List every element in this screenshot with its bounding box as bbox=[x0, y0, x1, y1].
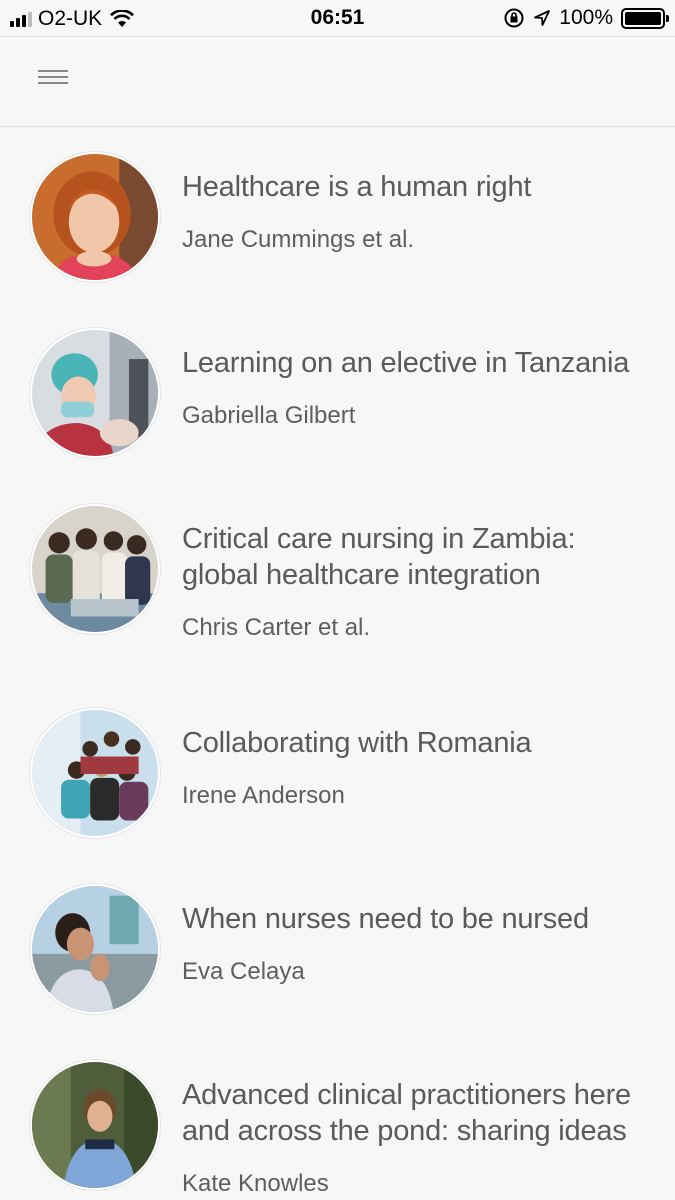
status-right: 100% bbox=[503, 6, 669, 30]
article-title: Learning on an elective in Tanzania bbox=[182, 347, 630, 379]
article-author: Eva Celaya bbox=[182, 958, 305, 985]
article-author: Kate Knowles bbox=[182, 1170, 329, 1197]
article-title: Collaborating with Romania bbox=[182, 727, 532, 759]
battery-percentage: 100% bbox=[559, 6, 613, 29]
article-author: Gabriella Gilbert bbox=[182, 402, 356, 429]
article-item[interactable]: Collaborating with Romania Irene Anderso… bbox=[0, 708, 675, 840]
article-thumbnail bbox=[30, 1060, 160, 1190]
group-photo bbox=[32, 506, 158, 632]
article-thumbnail bbox=[30, 328, 160, 458]
article-thumbnail bbox=[30, 152, 160, 282]
status-bar: O2-UK 06:51 100% bbox=[0, 0, 675, 37]
article-thumbnail bbox=[30, 504, 160, 634]
rotation-lock-icon bbox=[504, 8, 524, 28]
hospital-photo bbox=[32, 330, 158, 456]
article-title: When nurses need to be nursed bbox=[182, 903, 589, 935]
group-photo bbox=[32, 710, 158, 836]
article-author: Chris Carter et al. bbox=[182, 614, 371, 641]
portrait-photo bbox=[32, 886, 158, 1012]
article-thumbnail bbox=[30, 884, 160, 1014]
article-title: Critical care nursing in Zambia: global … bbox=[182, 523, 576, 591]
article-item[interactable]: Advanced clinical practitioners here and… bbox=[0, 1060, 675, 1197]
article-title: Healthcare is a human right bbox=[182, 171, 532, 203]
battery-icon bbox=[621, 7, 669, 29]
article-item[interactable]: Learning on an elective in Tanzania Gabr… bbox=[0, 328, 675, 460]
portrait-photo bbox=[32, 154, 158, 280]
article-item[interactable]: When nurses need to be nursed Eva Celaya bbox=[0, 884, 675, 1016]
article-author: Jane Cummings et al. bbox=[182, 226, 415, 253]
app-header bbox=[0, 38, 675, 127]
article-thumbnail bbox=[30, 708, 160, 838]
article-item[interactable]: Healthcare is a human right Jane Cumming… bbox=[0, 152, 675, 284]
outdoor-portrait-photo bbox=[32, 1062, 158, 1188]
article-author: Irene Anderson bbox=[182, 782, 345, 809]
hamburger-menu-icon[interactable] bbox=[38, 66, 72, 90]
article-item[interactable]: Critical care nursing in Zambia: global … bbox=[0, 504, 675, 641]
article-title: Advanced clinical practitioners here and… bbox=[182, 1079, 631, 1147]
location-arrow-icon bbox=[534, 10, 551, 26]
